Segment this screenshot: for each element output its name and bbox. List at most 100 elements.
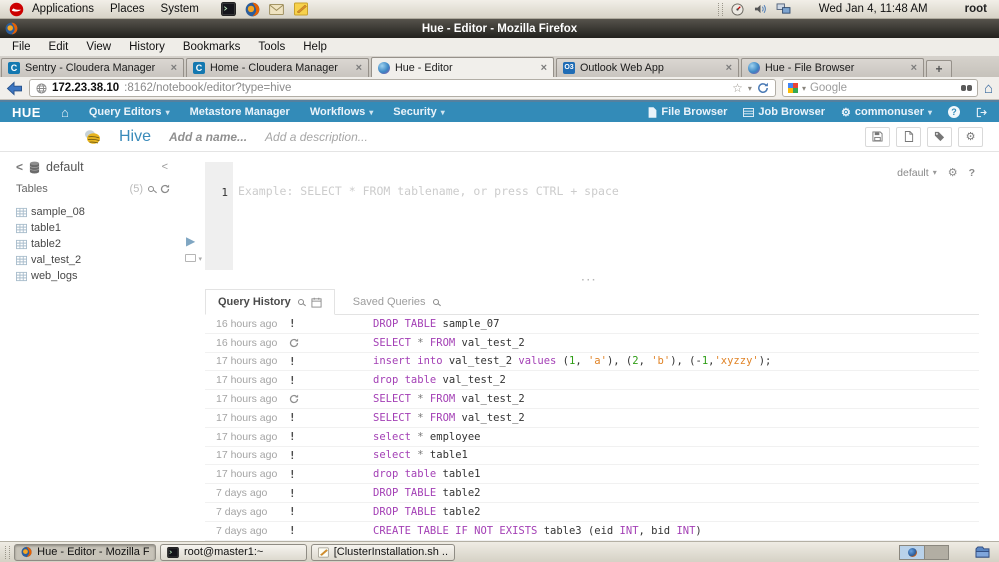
tab-sentry-cloudera[interactable]: Sentry - Cloudera Manager [1,58,184,77]
nav-security[interactable]: Security [393,106,444,118]
table-item[interactable]: val_test_2 [16,252,180,268]
refresh-tables-icon[interactable] [160,184,170,194]
menu-tools[interactable]: Tools [249,41,294,53]
menu-file[interactable]: File [3,41,40,53]
panel-clock[interactable]: Wed Jan 4, 11:48 AM [819,3,928,15]
resize-handle[interactable] [180,275,999,286]
firefox-launcher-icon[interactable] [245,1,261,17]
history-row[interactable]: 16 hours agoSELECT * FROM val_test_2 [205,334,979,353]
panel-user[interactable]: root [965,3,987,15]
notes-launcher-icon[interactable] [293,1,309,17]
mail-launcher-icon[interactable] [269,1,285,17]
history-row[interactable]: 17 hours ago!drop table table1 [205,465,979,484]
close-tab-icon[interactable] [541,63,547,73]
menu-edit[interactable]: Edit [40,41,78,53]
bookmark-star-icon[interactable] [732,81,743,95]
network-icon[interactable] [776,1,792,17]
help-icon[interactable] [948,106,960,118]
nav-query-editors[interactable]: Query Editors [89,106,170,118]
search-saved-icon[interactable] [433,299,439,305]
nav-file-browser[interactable]: File Browser [648,106,727,118]
database-selector[interactable]: default [16,160,180,174]
history-row[interactable]: 17 hours ago!drop table val_test_2 [205,371,979,390]
history-row[interactable]: 17 hours agoSELECT * FROM val_test_2 [205,390,979,409]
snippet-type-selector[interactable] [185,254,196,262]
menu-view[interactable]: View [77,41,120,53]
collapse-panel-icon[interactable] [162,161,168,173]
reload-icon[interactable] [757,82,769,94]
back-button[interactable] [6,81,23,96]
code-editor[interactable]: Example: SELECT * FROM tablename, or pre… [238,184,969,198]
tab-saved-queries[interactable]: Saved Queries [341,290,451,314]
table-item[interactable]: web_logs [16,268,180,284]
system-menu[interactable]: System [153,3,207,15]
context-database-dropdown[interactable]: default [897,167,937,179]
editor-help-icon[interactable]: ? [969,167,975,179]
close-tab-icon[interactable] [356,63,362,73]
browser-home-icon[interactable] [984,81,993,96]
url-bar[interactable]: 172.23.38.10 :8162/notebook/editor?type=… [29,79,776,97]
menu-history[interactable]: History [120,41,174,53]
history-row[interactable]: 17 hours ago!select * table1 [205,447,979,466]
workspace-1[interactable] [900,546,924,559]
close-tab-icon[interactable] [911,63,917,73]
tab-hue-editor[interactable]: Hue - Editor [371,57,554,77]
workspace-2[interactable] [924,546,948,559]
table-item[interactable]: sample_08 [16,204,180,220]
save-button[interactable] [865,127,890,147]
history-row[interactable]: 7 days ago!DROP TABLE table2 [205,503,979,522]
places-menu[interactable]: Places [102,3,153,15]
taskbar-window-terminal[interactable]: root@master1:~ [160,544,307,561]
history-row[interactable]: 17 hours ago!select * employee [205,428,979,447]
back-chevron-icon[interactable] [16,160,23,174]
new-document-button[interactable] [896,127,921,147]
query-description-field[interactable]: Add a description... [265,130,368,144]
nav-metastore-manager[interactable]: Metastore Manager [190,106,290,118]
history-row[interactable]: 16 hours ago!DROP TABLE sample_07 [205,315,979,334]
taskbar-window-firefox[interactable]: Hue - Editor - Mozilla F... [14,544,156,561]
history-row[interactable]: 7 days ago!DROP TABLE table2 [205,484,979,503]
table-item[interactable]: table1 [16,220,180,236]
execute-query-button[interactable] [186,234,195,248]
system-monitor-icon[interactable] [730,1,746,17]
search-bar[interactable]: Google [782,79,978,97]
close-tab-icon[interactable] [726,63,732,73]
hue-logo[interactable]: HUE [12,105,41,120]
tags-button[interactable] [927,127,952,147]
hue-home-icon[interactable] [61,105,69,120]
tab-query-history[interactable]: Query History [205,289,335,315]
terminal-launcher-icon[interactable] [221,1,237,17]
history-row[interactable]: 7 days ago!CREATE TABLE IF NOT EXISTS ta… [205,522,979,541]
site-globe-icon[interactable] [36,83,47,94]
calendar-filter-icon[interactable] [311,297,322,308]
history-row[interactable]: 17 hours ago!SELECT * FROM val_test_2 [205,409,979,428]
taskbar-window-editor[interactable]: [ClusterInstallation.sh ... [311,544,455,561]
tab-hue-file-browser[interactable]: Hue - File Browser [741,58,924,77]
close-tab-icon[interactable] [171,63,177,73]
nav-workflows[interactable]: Workflows [310,106,373,118]
editor-settings-icon[interactable] [948,166,958,179]
table-item[interactable]: table2 [16,236,180,252]
google-engine-icon[interactable] [788,83,798,93]
redhat-menu-icon[interactable] [8,1,24,17]
menu-bookmarks[interactable]: Bookmarks [174,41,250,53]
panel-grip [718,3,723,16]
url-dropdown-icon[interactable] [748,84,752,93]
search-history-icon[interactable] [298,299,304,305]
nav-job-browser[interactable]: Job Browser [743,106,825,118]
applications-menu[interactable]: Applications [24,3,102,15]
file-manager-icon[interactable] [975,546,990,559]
new-tab-button[interactable] [926,60,952,77]
sign-out-icon[interactable] [976,107,987,118]
search-tables-icon[interactable] [148,186,154,192]
menu-help[interactable]: Help [294,41,336,53]
settings-button[interactable] [958,127,983,147]
search-engine-dropdown-icon[interactable] [802,84,806,93]
history-row[interactable]: 17 hours ago!insert into val_test_2 valu… [205,353,979,372]
nav-user-menu[interactable]: commonuser [841,106,932,119]
volume-icon[interactable] [753,1,769,17]
tab-home-cloudera[interactable]: Home - Cloudera Manager [186,58,369,77]
query-name-field[interactable]: Add a name... [169,130,247,144]
search-binoculars-icon[interactable] [961,85,972,91]
tab-outlook[interactable]: Outlook Web App [556,58,739,77]
